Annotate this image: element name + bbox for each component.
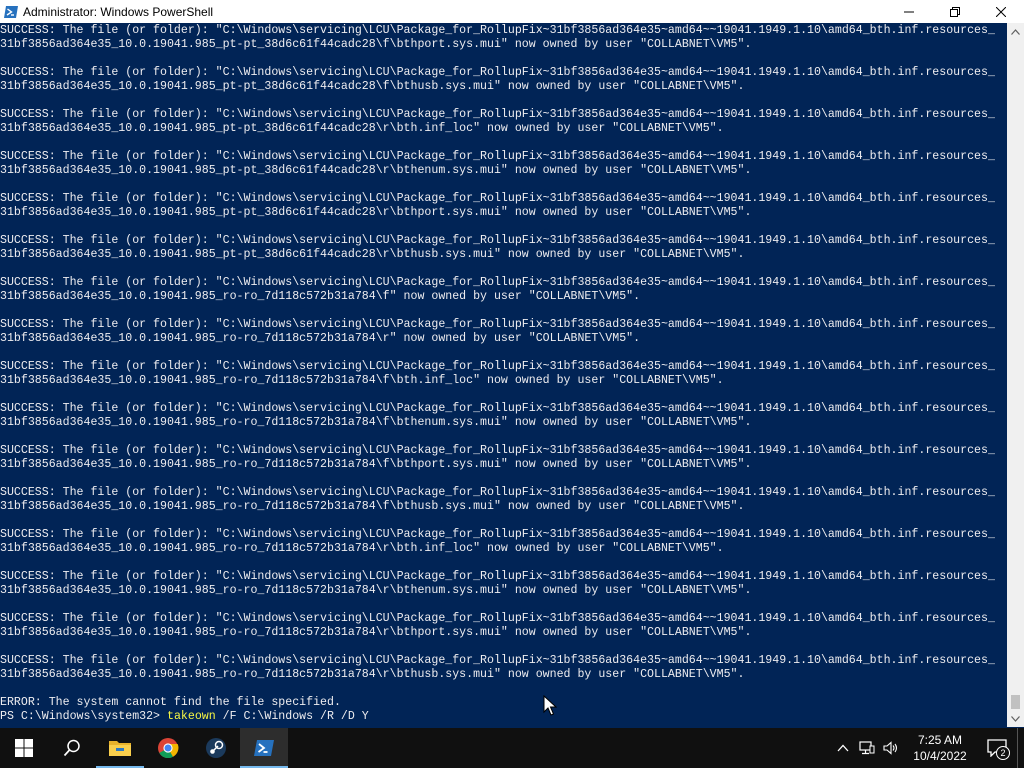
search-icon [63,739,80,757]
console-line: 31bf3856ad364e35_10.0.19041.985_pt-pt_38… [0,38,752,51]
console-line: SUCCESS: The file (or folder): "C:\Windo… [0,318,995,331]
start-button[interactable] [0,728,48,768]
scroll-down-button[interactable] [1007,710,1024,727]
console-text: SUCCESS: The file (or folder): "C:\Windo… [0,24,995,724]
restore-button[interactable] [932,0,978,23]
restore-icon [950,6,960,17]
action-center-button[interactable]: 2 [977,728,1017,768]
console-line: SUCCESS: The file (or folder): "C:\Windo… [0,234,995,247]
prompt-command: takeown [166,710,216,723]
scroll-up-button[interactable] [1007,23,1024,40]
console-line: SUCCESS: The file (or folder): "C:\Windo… [0,612,995,625]
minimize-icon [904,11,914,12]
console-line: SUCCESS: The file (or folder): "C:\Windo… [0,150,995,163]
vertical-scrollbar[interactable] [1007,23,1024,727]
console-line: 31bf3856ad364e35_10.0.19041.985_ro-ro_7d… [0,542,724,555]
console-line: 31bf3856ad364e35_10.0.19041.985_ro-ro_7d… [0,584,752,597]
console-line: SUCCESS: The file (or folder): "C:\Windo… [0,570,995,583]
powershell-icon [254,740,274,756]
console-line: SUCCESS: The file (or folder): "C:\Windo… [0,276,995,289]
console-line: 31bf3856ad364e35_10.0.19041.985_ro-ro_7d… [0,374,724,387]
console-line: 31bf3856ad364e35_10.0.19041.985_pt-pt_38… [0,248,745,261]
taskbar-search-button[interactable] [48,728,96,768]
window-controls [886,0,1024,23]
powershell-icon [3,4,19,20]
steam-icon [206,738,226,758]
system-tray: 7:25 AM 10/4/2022 2 [831,728,1024,768]
console-line: SUCCESS: The file (or folder): "C:\Windo… [0,108,995,121]
prompt-args: /F C:\Windows /R /D Y [215,710,369,723]
windows-logo-icon [15,739,33,757]
console-line: SUCCESS: The file (or folder): "C:\Windo… [0,66,995,79]
scrollbar-thumb[interactable] [1011,695,1020,709]
console-line: SUCCESS: The file (or folder): "C:\Windo… [0,444,995,457]
speaker-icon [883,741,898,755]
title-bar[interactable]: Administrator: Windows PowerShell [0,0,1024,23]
console-line: ERROR: The system cannot find the file s… [0,696,341,709]
taskbar-steam[interactable] [192,728,240,768]
prompt-path: PS C:\Windows\system32> [0,710,167,723]
volume-button[interactable] [879,728,903,768]
file-explorer-icon [109,741,131,756]
notification-badge: 2 [996,746,1010,760]
console-line: SUCCESS: The file (or folder): "C:\Windo… [0,402,995,415]
console-line: 31bf3856ad364e35_10.0.19041.985_ro-ro_7d… [0,458,752,471]
taskbar-powershell[interactable] [240,728,288,768]
console-prompt-line: PS C:\Windows\system32> takeown /F C:\Wi… [0,710,995,724]
close-button[interactable] [978,0,1024,23]
mouse-cursor-icon [543,695,557,716]
console-line: SUCCESS: The file (or folder): "C:\Windo… [0,486,995,499]
clock-date: 10/4/2022 [913,749,967,763]
window-title: Administrator: Windows PowerShell [23,4,214,19]
show-hidden-icons-button[interactable] [831,728,855,768]
show-desktop-button[interactable] [1017,728,1024,768]
taskbar: 7:25 AM 10/4/2022 2 [0,728,1024,768]
console-line: 31bf3856ad364e35_10.0.19041.985_ro-ro_7d… [0,626,752,639]
console-line: SUCCESS: The file (or folder): "C:\Windo… [0,528,995,541]
console-line: SUCCESS: The file (or folder): "C:\Windo… [0,360,995,373]
console-line: 31bf3856ad364e35_10.0.19041.985_pt-pt_38… [0,122,724,135]
console-line: SUCCESS: The file (or folder): "C:\Windo… [0,24,995,37]
chevron-up-icon [837,744,849,752]
console-line: 31bf3856ad364e35_10.0.19041.985_ro-ro_7d… [0,416,752,429]
console-line: SUCCESS: The file (or folder): "C:\Windo… [0,654,995,667]
chrome-icon [158,738,179,759]
network-icon [859,741,875,755]
console-output[interactable]: SUCCESS: The file (or folder): "C:\Windo… [0,23,1007,727]
taskbar-clock[interactable]: 7:25 AM 10/4/2022 [903,728,977,768]
console-line: 31bf3856ad364e35_10.0.19041.985_pt-pt_38… [0,206,752,219]
console-line: SUCCESS: The file (or folder): "C:\Windo… [0,192,995,205]
minimize-button[interactable] [886,0,932,23]
taskbar-chrome[interactable] [144,728,192,768]
close-icon [996,6,1006,17]
console-line: 31bf3856ad364e35_10.0.19041.985_pt-pt_38… [0,164,752,177]
console-line: 31bf3856ad364e35_10.0.19041.985_ro-ro_7d… [0,668,745,681]
network-button[interactable] [855,728,879,768]
console-line: 31bf3856ad364e35_10.0.19041.985_pt-pt_38… [0,80,745,93]
clock-time: 7:25 AM [917,733,963,747]
chevron-up-icon [1011,28,1020,35]
taskbar-file-explorer[interactable] [96,728,144,768]
console-line: 31bf3856ad364e35_10.0.19041.985_ro-ro_7d… [0,290,641,303]
console-line: 31bf3856ad364e35_10.0.19041.985_ro-ro_7d… [0,332,641,345]
chevron-down-icon [1011,715,1020,722]
console-line: 31bf3856ad364e35_10.0.19041.985_ro-ro_7d… [0,500,745,513]
